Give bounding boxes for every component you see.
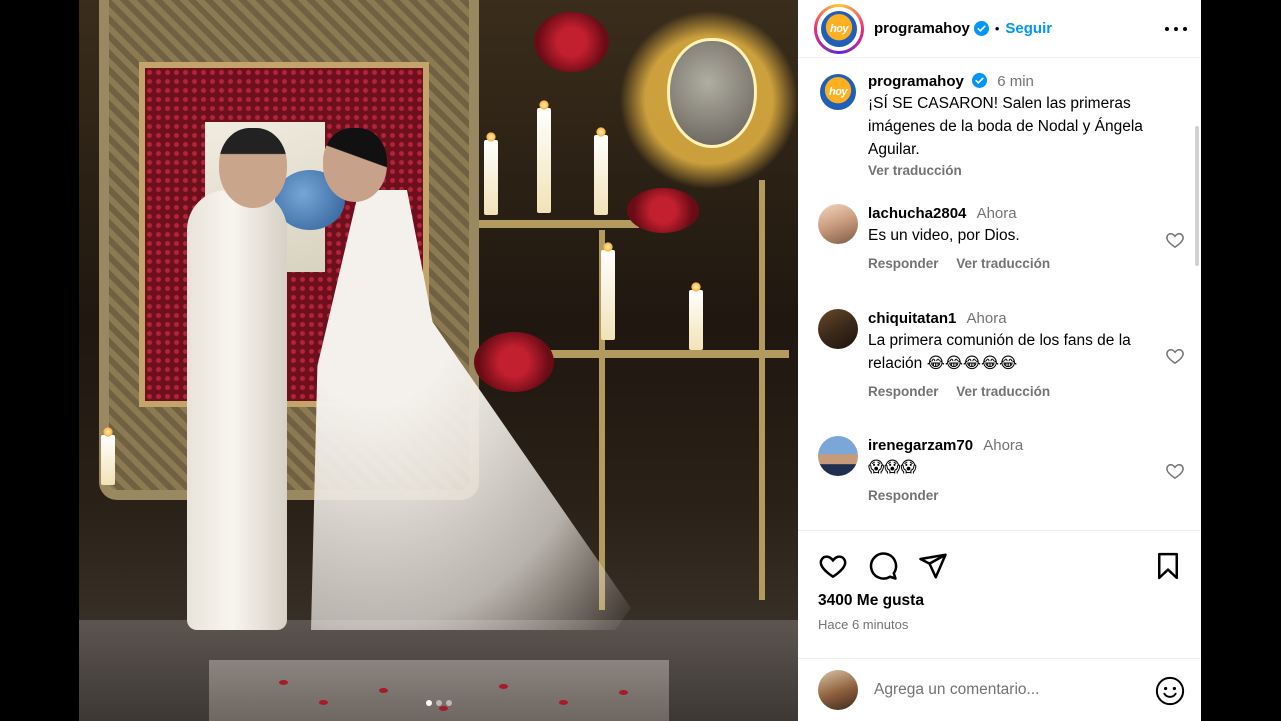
comments-list[interactable]: hoy programahoy 6 min ¡SÍ SE CASARON! Sa… xyxy=(798,58,1201,530)
rose-petal xyxy=(279,680,288,685)
carousel-indicator xyxy=(79,700,798,706)
translate-link[interactable]: Ver traducción xyxy=(956,256,1050,271)
bride-head xyxy=(323,128,387,202)
post-photo[interactable] xyxy=(79,0,798,721)
comment-bubble-icon[interactable] xyxy=(868,551,898,581)
rose-bouquet xyxy=(474,332,554,392)
comment-username[interactable]: chiquitatan1 xyxy=(868,310,956,327)
comment-username[interactable]: lachucha2804 xyxy=(868,205,966,222)
author-username[interactable]: programahoy xyxy=(874,20,970,37)
reply-button[interactable]: Responder xyxy=(868,256,939,271)
caption-avatar[interactable]: hoy xyxy=(818,72,858,112)
reply-button[interactable]: Responder xyxy=(868,384,939,399)
more-options-icon[interactable] xyxy=(1165,19,1187,39)
candle xyxy=(594,135,608,215)
current-user-avatar xyxy=(818,670,858,710)
carousel-dot xyxy=(435,700,442,706)
carousel-dot xyxy=(445,700,452,706)
candle-flame xyxy=(691,282,701,292)
post-caption: hoy programahoy 6 min ¡SÍ SE CASARON! Sa… xyxy=(818,72,1188,178)
carousel-dot xyxy=(425,700,432,706)
candle xyxy=(601,250,615,340)
add-comment-bar xyxy=(798,658,1201,721)
save-bookmark-icon[interactable] xyxy=(1153,551,1183,581)
comment-time: Ahora xyxy=(976,205,1017,222)
candle xyxy=(537,108,551,213)
programahoy-avatar: hoy xyxy=(819,8,859,49)
shelf-post xyxy=(759,180,765,600)
comment-text: Es un video, por Dios. xyxy=(868,227,1020,244)
caption-time: 6 min xyxy=(997,73,1034,90)
comment-item: chiquitatan1 Ahora La primera comunión d… xyxy=(818,309,1188,399)
candle-flame xyxy=(539,100,549,110)
rose-petal xyxy=(439,706,448,711)
comment-username[interactable]: irenegarzam70 xyxy=(868,437,973,454)
translate-link[interactable]: Ver traducción xyxy=(868,163,962,178)
rose-bouquet xyxy=(534,12,609,72)
instagram-post-viewer: hoy programahoy • Seguir hoy programahoy xyxy=(0,0,1281,721)
scrollbar[interactable] xyxy=(1195,126,1199,266)
like-comment-heart-icon[interactable] xyxy=(1165,230,1185,250)
groom xyxy=(187,190,287,630)
glass-runway xyxy=(209,660,669,721)
comment-item: lachucha2804 Ahora Es un video, por Dios… xyxy=(818,204,1188,271)
candle-flame xyxy=(486,132,496,142)
commenter-avatar[interactable] xyxy=(818,436,858,476)
commenter-avatar[interactable] xyxy=(818,204,858,244)
candle-flame xyxy=(596,127,606,137)
comment-text: La primera comunión de los fans de la re… xyxy=(868,332,1131,372)
candle-flame xyxy=(603,242,613,252)
emoji-picker-icon[interactable] xyxy=(1155,676,1185,706)
comment-text: 😱😱😱 xyxy=(868,459,917,476)
caption-text: ¡SÍ SE CASARON! Salen las primeras imáge… xyxy=(868,95,1143,158)
commenter-avatar[interactable] xyxy=(818,309,858,349)
candle xyxy=(101,435,115,485)
translate-link[interactable]: Ver traducción xyxy=(956,384,1050,399)
like-comment-heart-icon[interactable] xyxy=(1165,346,1185,366)
rose-petal xyxy=(499,684,508,689)
story-ring[interactable]: hoy xyxy=(814,3,864,54)
candle-flame xyxy=(103,427,113,437)
groom-head xyxy=(219,128,287,208)
share-paper-plane-icon[interactable] xyxy=(918,551,948,581)
comment-time: Ahora xyxy=(983,437,1024,454)
separator-dot: • xyxy=(994,21,1000,36)
candle xyxy=(484,140,498,215)
comment-time: Ahora xyxy=(966,310,1007,327)
verified-badge-icon xyxy=(973,21,989,36)
like-heart-icon[interactable] xyxy=(818,551,848,581)
verified-badge-icon xyxy=(972,73,988,88)
rose-bouquet xyxy=(627,188,699,233)
follow-button[interactable]: Seguir xyxy=(1005,20,1052,37)
caption-username[interactable]: programahoy xyxy=(868,73,964,90)
silver-heart-ornament xyxy=(667,38,757,148)
shelf xyxy=(479,220,639,228)
reply-button[interactable]: Responder xyxy=(868,488,939,503)
like-comment-heart-icon[interactable] xyxy=(1165,461,1185,481)
rose-petal xyxy=(379,688,388,693)
shelf xyxy=(549,350,789,358)
comment-input[interactable] xyxy=(874,681,1144,699)
post-details-panel: hoy programahoy • Seguir hoy programahoy xyxy=(798,0,1201,721)
post-header: hoy programahoy • Seguir xyxy=(798,0,1201,58)
post-timestamp: Hace 6 minutos xyxy=(818,617,909,632)
candle xyxy=(689,290,703,350)
likes-count[interactable]: 3400 Me gusta xyxy=(818,592,924,610)
rose-petal xyxy=(619,690,628,695)
comment-item: irenegarzam70 Ahora 😱😱😱 Responder xyxy=(818,436,1188,503)
